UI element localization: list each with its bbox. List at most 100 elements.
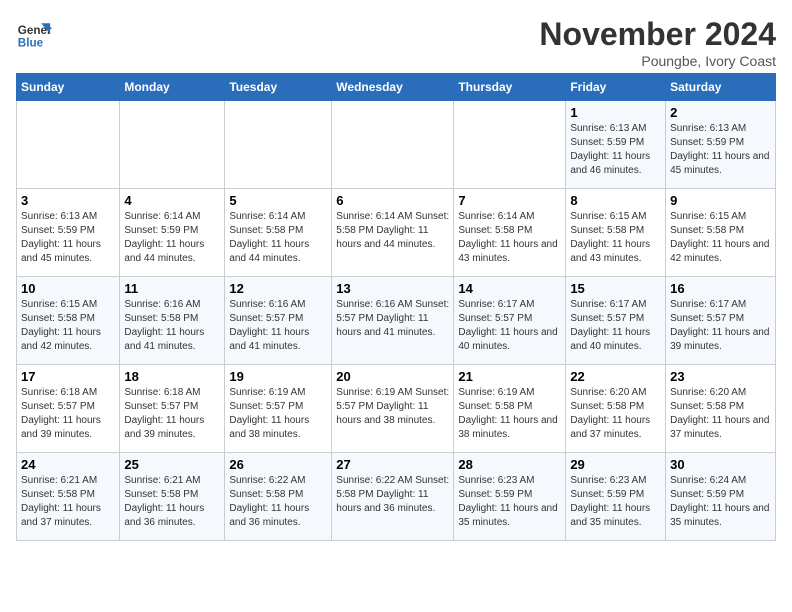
day-number: 18 <box>124 369 220 384</box>
day-number: 6 <box>336 193 449 208</box>
day-number: 10 <box>21 281 115 296</box>
day-info: Sunrise: 6:19 AM Sunset: 5:57 PM Dayligh… <box>336 386 449 428</box>
calendar-cell: 7 Sunrise: 6:14 AM Sunset: 5:58 PM Daylig… <box>454 189 566 277</box>
day-number: 8 <box>570 193 661 208</box>
calendar-cell: 18 Sunrise: 6:18 AM Sunset: 5:57 PM Dayli… <box>120 365 225 453</box>
day-info: Sunrise: 6:14 AM Sunset: 5:58 PM Dayligh… <box>336 210 449 252</box>
header-cell-saturday: Saturday <box>666 74 776 101</box>
day-number: 14 <box>458 281 561 296</box>
day-number: 29 <box>570 457 661 472</box>
day-info: Sunrise: 6:23 AM Sunset: 5:59 PM Dayligh… <box>570 474 661 530</box>
day-number: 15 <box>570 281 661 296</box>
week-row-1: 1 Sunrise: 6:13 AM Sunset: 5:59 PM Daylig… <box>17 101 776 189</box>
day-number: 26 <box>229 457 327 472</box>
calendar-cell: 8 Sunrise: 6:15 AM Sunset: 5:58 PM Daylig… <box>566 189 666 277</box>
calendar-cell <box>120 101 225 189</box>
calendar-cell: 17 Sunrise: 6:18 AM Sunset: 5:57 PM Dayli… <box>17 365 120 453</box>
calendar-cell: 11 Sunrise: 6:16 AM Sunset: 5:58 PM Dayli… <box>120 277 225 365</box>
day-number: 12 <box>229 281 327 296</box>
header: General Blue November 2024 Poungbe, Ivor… <box>16 16 776 69</box>
header-cell-thursday: Thursday <box>454 74 566 101</box>
svg-text:Blue: Blue <box>18 37 44 50</box>
calendar-cell <box>332 101 454 189</box>
calendar-cell <box>454 101 566 189</box>
day-number: 4 <box>124 193 220 208</box>
week-row-5: 24Sunrise: 6:21 AM Sunset: 5:58 PM Dayli… <box>17 453 776 541</box>
calendar-cell: 16 Sunrise: 6:17 AM Sunset: 5:57 PM Dayli… <box>666 277 776 365</box>
calendar-cell: 26 Sunrise: 6:22 AM Sunset: 5:58 PM Dayli… <box>225 453 332 541</box>
day-number: 30 <box>670 457 771 472</box>
day-info: Sunrise: 6:13 AM Sunset: 5:59 PM Dayligh… <box>21 210 115 266</box>
day-info: Sunrise: 6:18 AM Sunset: 5:57 PM Dayligh… <box>124 386 220 442</box>
page-subtitle: Poungbe, Ivory Coast <box>539 53 776 69</box>
day-number: 1 <box>570 105 661 120</box>
title-area: November 2024 Poungbe, Ivory Coast <box>539 16 776 69</box>
calendar-cell: 10 Sunrise: 6:15 AM Sunset: 5:58 PM Dayli… <box>17 277 120 365</box>
day-info: Sunrise: 6:24 AM Sunset: 5:59 PM Dayligh… <box>670 474 771 530</box>
calendar-cell: 3 Sunrise: 6:13 AM Sunset: 5:59 PM Daylig… <box>17 189 120 277</box>
week-row-3: 10 Sunrise: 6:15 AM Sunset: 5:58 PM Dayli… <box>17 277 776 365</box>
calendar-cell: 1 Sunrise: 6:13 AM Sunset: 5:59 PM Daylig… <box>566 101 666 189</box>
day-number: 11 <box>124 281 220 296</box>
calendar-cell: 13 Sunrise: 6:16 AM Sunset: 5:57 PM Dayli… <box>332 277 454 365</box>
calendar-cell: 22 Sunrise: 6:20 AM Sunset: 5:58 PM Dayli… <box>566 365 666 453</box>
calendar-cell: 4 Sunrise: 6:14 AM Sunset: 5:59 PM Daylig… <box>120 189 225 277</box>
day-number: 20 <box>336 369 449 384</box>
day-info: Sunrise: 6:17 AM Sunset: 5:57 PM Dayligh… <box>570 298 661 354</box>
day-number: 5 <box>229 193 327 208</box>
day-number: 19 <box>229 369 327 384</box>
day-info: Sunrise: 6:16 AM Sunset: 5:57 PM Dayligh… <box>229 298 327 354</box>
day-number: 25 <box>124 457 220 472</box>
day-number: 27 <box>336 457 449 472</box>
header-row: SundayMondayTuesdayWednesdayThursdayFrid… <box>17 74 776 101</box>
day-number: 9 <box>670 193 771 208</box>
calendar-cell: 5Sunrise: 6:14 AM Sunset: 5:58 PM Daylig… <box>225 189 332 277</box>
day-number: 23 <box>670 369 771 384</box>
calendar-cell: 14 Sunrise: 6:17 AM Sunset: 5:57 PM Dayli… <box>454 277 566 365</box>
logo-icon: General Blue <box>16 16 52 52</box>
calendar-cell: 30 Sunrise: 6:24 AM Sunset: 5:59 PM Dayli… <box>666 453 776 541</box>
day-number: 28 <box>458 457 561 472</box>
calendar-cell: 27 Sunrise: 6:22 AM Sunset: 5:58 PM Dayli… <box>332 453 454 541</box>
day-info: Sunrise: 6:22 AM Sunset: 5:58 PM Dayligh… <box>336 474 449 516</box>
calendar-table: SundayMondayTuesdayWednesdayThursdayFrid… <box>16 73 776 541</box>
day-number: 3 <box>21 193 115 208</box>
day-info: Sunrise: 6:14 AM Sunset: 5:59 PM Dayligh… <box>124 210 220 266</box>
day-info: Sunrise: 6:15 AM Sunset: 5:58 PM Dayligh… <box>21 298 115 354</box>
day-info: Sunrise: 6:20 AM Sunset: 5:58 PM Dayligh… <box>670 386 771 442</box>
day-info: Sunrise: 6:20 AM Sunset: 5:58 PM Dayligh… <box>570 386 661 442</box>
logo: General Blue <box>16 16 52 52</box>
header-cell-friday: Friday <box>566 74 666 101</box>
day-number: 7 <box>458 193 561 208</box>
day-number: 17 <box>21 369 115 384</box>
header-cell-tuesday: Tuesday <box>225 74 332 101</box>
header-cell-sunday: Sunday <box>17 74 120 101</box>
day-info: Sunrise: 6:21 AM Sunset: 5:58 PM Dayligh… <box>124 474 220 530</box>
calendar-cell: 12 Sunrise: 6:16 AM Sunset: 5:57 PM Dayli… <box>225 277 332 365</box>
header-cell-monday: Monday <box>120 74 225 101</box>
day-number: 21 <box>458 369 561 384</box>
day-info: Sunrise: 6:14 AM Sunset: 5:58 PM Dayligh… <box>458 210 561 266</box>
day-number: 13 <box>336 281 449 296</box>
day-info: Sunrise: 6:15 AM Sunset: 5:58 PM Dayligh… <box>570 210 661 266</box>
day-info: Sunrise: 6:23 AM Sunset: 5:59 PM Dayligh… <box>458 474 561 530</box>
calendar-cell: 9Sunrise: 6:15 AM Sunset: 5:58 PM Daylig… <box>666 189 776 277</box>
day-info: Sunrise: 6:19 AM Sunset: 5:57 PM Dayligh… <box>229 386 327 442</box>
week-row-2: 3 Sunrise: 6:13 AM Sunset: 5:59 PM Daylig… <box>17 189 776 277</box>
calendar-cell: 19 Sunrise: 6:19 AM Sunset: 5:57 PM Dayli… <box>225 365 332 453</box>
day-info: Sunrise: 6:17 AM Sunset: 5:57 PM Dayligh… <box>670 298 771 354</box>
day-info: Sunrise: 6:18 AM Sunset: 5:57 PM Dayligh… <box>21 386 115 442</box>
calendar-cell: 20 Sunrise: 6:19 AM Sunset: 5:57 PM Dayli… <box>332 365 454 453</box>
day-number: 16 <box>670 281 771 296</box>
day-info: Sunrise: 6:16 AM Sunset: 5:57 PM Dayligh… <box>336 298 449 340</box>
day-info: Sunrise: 6:13 AM Sunset: 5:59 PM Dayligh… <box>570 122 661 178</box>
calendar-cell: 21Sunrise: 6:19 AM Sunset: 5:58 PM Dayli… <box>454 365 566 453</box>
day-number: 2 <box>670 105 771 120</box>
day-number: 22 <box>570 369 661 384</box>
day-info: Sunrise: 6:17 AM Sunset: 5:57 PM Dayligh… <box>458 298 561 354</box>
day-info: Sunrise: 6:22 AM Sunset: 5:58 PM Dayligh… <box>229 474 327 530</box>
header-cell-wednesday: Wednesday <box>332 74 454 101</box>
calendar-cell: 15 Sunrise: 6:17 AM Sunset: 5:57 PM Dayli… <box>566 277 666 365</box>
day-info: Sunrise: 6:16 AM Sunset: 5:58 PM Dayligh… <box>124 298 220 354</box>
page-title: November 2024 <box>539 16 776 53</box>
